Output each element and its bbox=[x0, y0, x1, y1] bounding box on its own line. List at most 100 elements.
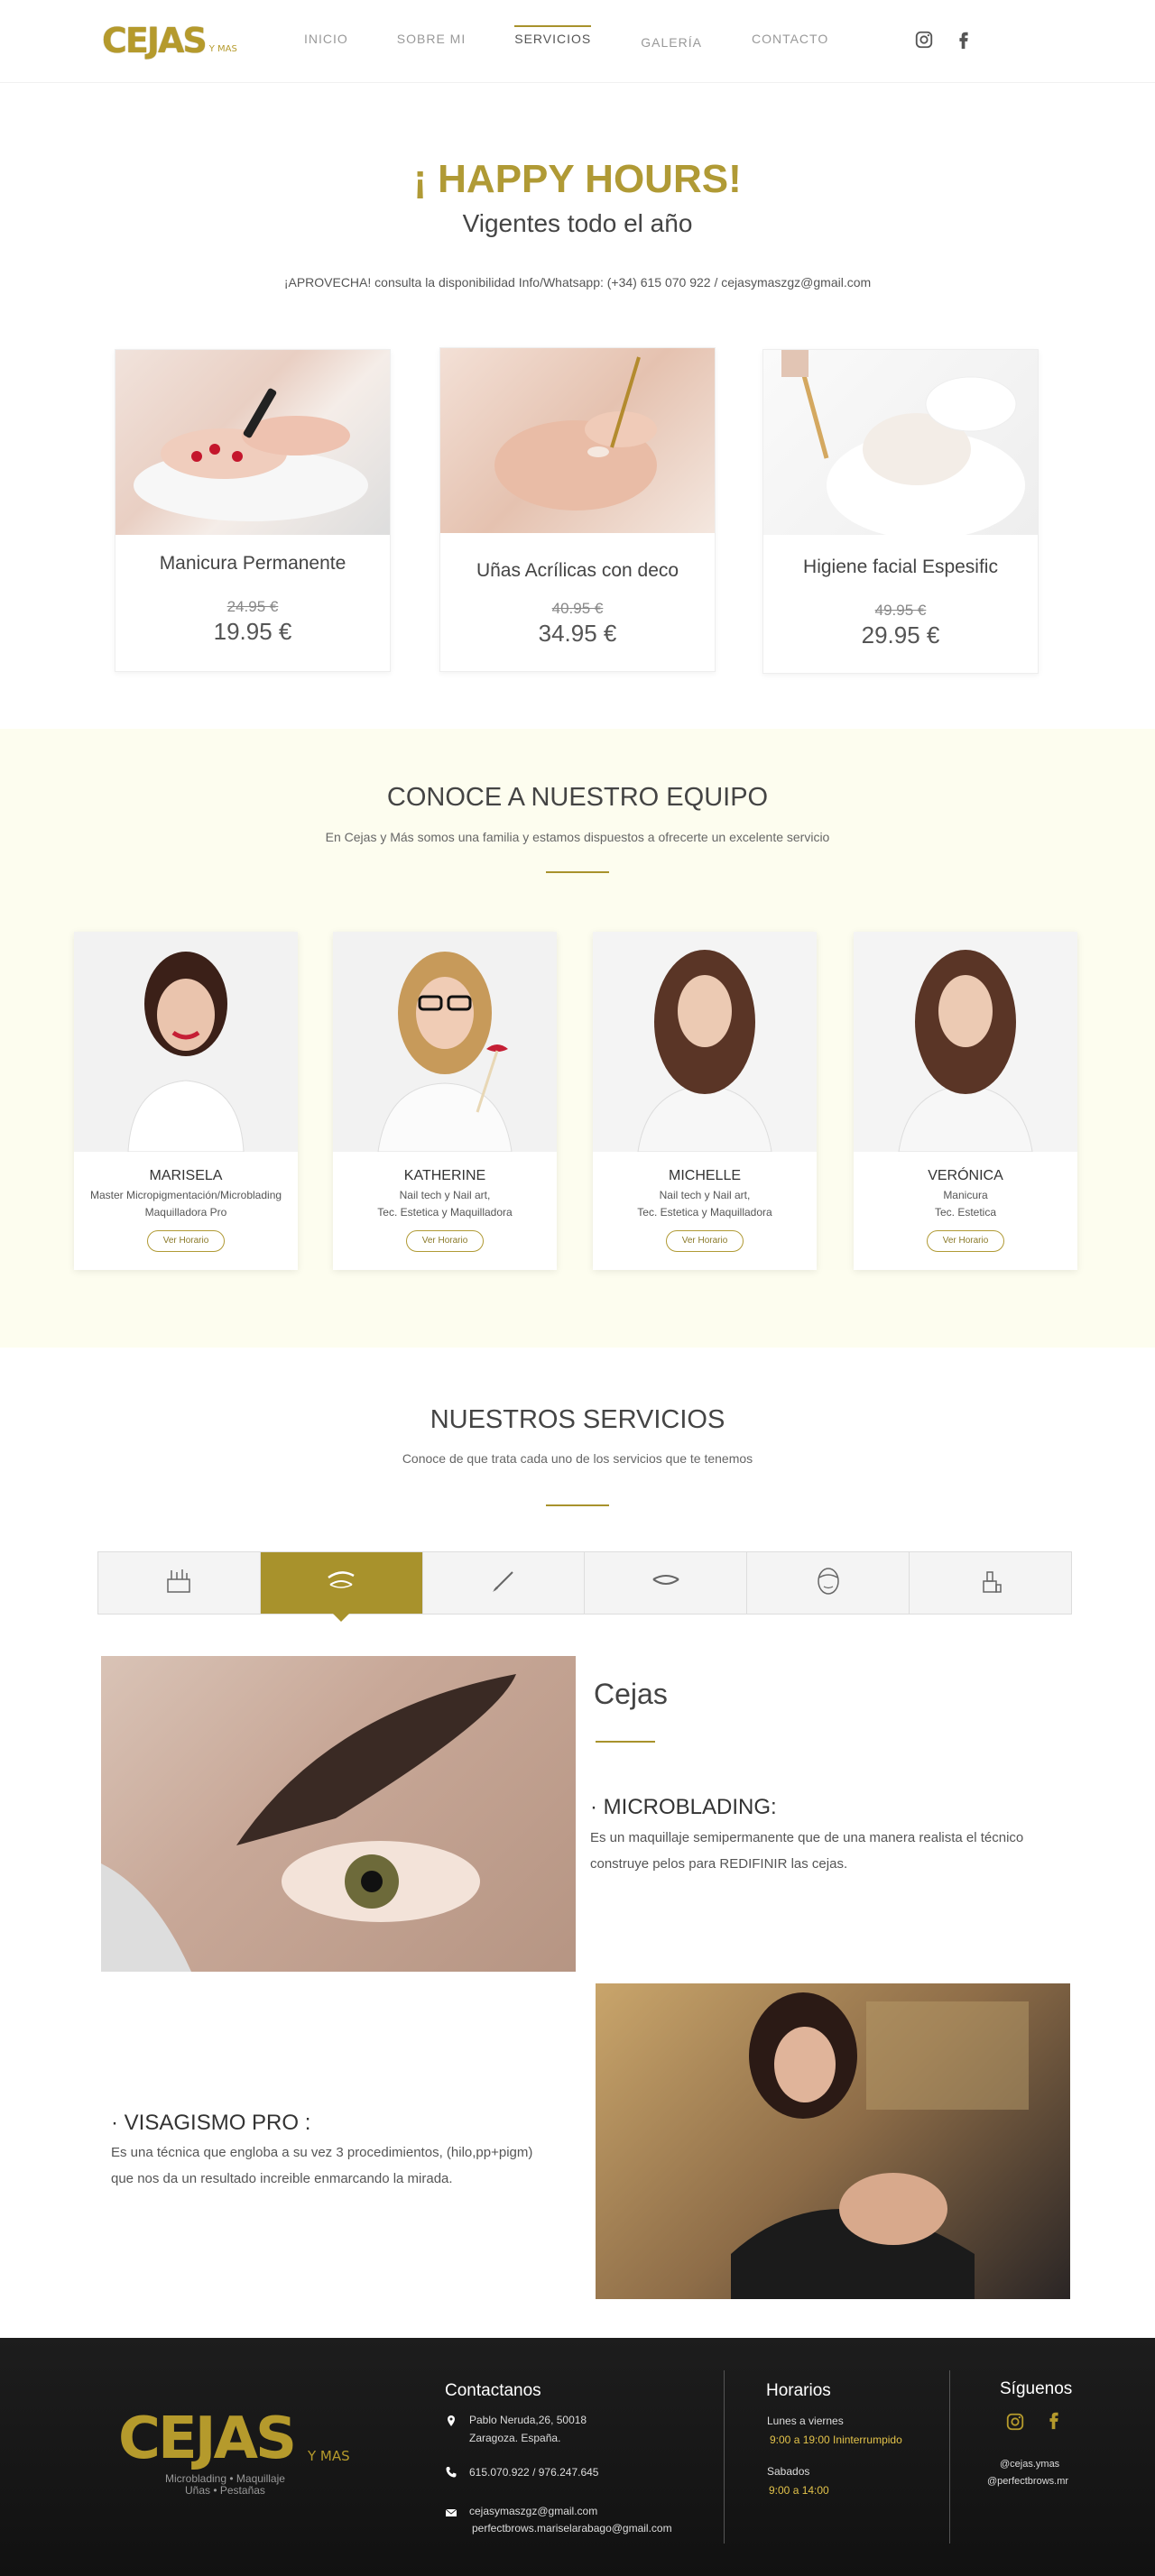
member-role: Nail tech y Nail art, Tec. Estetica y Maq… bbox=[333, 1187, 557, 1221]
member-name: VERÓNICA bbox=[928, 1168, 1003, 1183]
promo-card[interactable]: Uñas Acrílicas con deco 40.95 € 34.95 € bbox=[439, 347, 716, 672]
weekdays-label: Lunes a viernes bbox=[767, 2415, 844, 2427]
nav-contacto[interactable]: CONTACTO bbox=[752, 32, 828, 46]
makeup-kit-icon bbox=[162, 1565, 195, 1601]
tab-brush[interactable] bbox=[423, 1552, 586, 1614]
site-header: CEJAS Y MAS INICIO SOBRE MI SERVICIOS GA… bbox=[0, 0, 1155, 83]
hours-title: Horarios bbox=[766, 2381, 831, 2400]
footer-logo[interactable]: CEJAS Y MAS Microblading • Maquillaje Uña… bbox=[118, 2406, 350, 2497]
description-line: Es una técnica que engloba a su vez 3 pr… bbox=[111, 2145, 533, 2160]
contact-title: Contactanos bbox=[445, 2381, 541, 2400]
instagram-handle[interactable]: @perfectbrows.mr bbox=[987, 2472, 1068, 2490]
promo-old-price: 40.95 € bbox=[551, 600, 604, 617]
email-primary[interactable]: cejasymaszgz@gmail.com bbox=[469, 2502, 597, 2520]
member-name: MICHELLE bbox=[668, 1168, 742, 1183]
manicure-photo bbox=[116, 350, 390, 535]
eyelash-icon bbox=[650, 1565, 682, 1601]
site-logo[interactable]: CEJAS Y MAS bbox=[102, 23, 237, 58]
team-title: CONOCE A NUESTRO EQUIPO bbox=[386, 783, 769, 812]
microblading-photo bbox=[101, 1656, 576, 1972]
instagram-handle[interactable]: @cejas.ymas bbox=[1000, 2455, 1059, 2473]
facebook-icon[interactable] bbox=[954, 30, 974, 53]
promo-name: Manicura Permanente bbox=[159, 553, 346, 574]
brush-icon bbox=[487, 1565, 520, 1601]
tab-makeup[interactable] bbox=[98, 1552, 261, 1614]
team-member-card: VERÓNICA Manicura Tec. Estetica Ver Horar… bbox=[854, 932, 1077, 1270]
footer-logo-subtext: Y MAS bbox=[308, 2448, 350, 2464]
service-panel-divider bbox=[596, 1741, 655, 1743]
member-name: KATHERINE bbox=[403, 1168, 486, 1183]
services-tabs bbox=[97, 1551, 1072, 1622]
description-line: Es un maquillaje semipermanente que de u… bbox=[590, 1830, 1024, 1845]
footer-divider bbox=[949, 2370, 950, 2544]
ver-horario-button[interactable]: Ver Horario bbox=[406, 1230, 484, 1252]
nav-inicio[interactable]: INICIO bbox=[304, 32, 348, 46]
nail-polish-icon bbox=[975, 1565, 1007, 1601]
microblading-description: Es un maquillaje semipermanente que de u… bbox=[590, 1825, 1077, 1877]
ver-horario-button[interactable]: Ver Horario bbox=[147, 1230, 225, 1252]
ver-horario-button[interactable]: Ver Horario bbox=[927, 1230, 1004, 1252]
ver-horario-button[interactable]: Ver Horario bbox=[666, 1230, 744, 1252]
logo-subtext: Y MAS bbox=[208, 44, 237, 54]
happy-hours-subtitle: Vigentes todo el año bbox=[462, 209, 693, 237]
tab-eyelashes[interactable] bbox=[585, 1552, 748, 1614]
member-role-line: Tec. Estetica bbox=[934, 1206, 997, 1219]
services-title: NUESTROS SERVICIOS bbox=[430, 1405, 725, 1434]
acrylic-nails-photo bbox=[440, 348, 715, 533]
nav-galeria[interactable]: GALERÍA bbox=[641, 35, 702, 50]
facial-illustration bbox=[781, 350, 1025, 539]
nav-servicios[interactable]: SERVICIOS bbox=[514, 25, 592, 46]
service-panel-title: Cejas bbox=[594, 1678, 668, 1710]
member-photo-illustration bbox=[854, 932, 1077, 1153]
footer-divider bbox=[724, 2370, 725, 2544]
eyebrow-icon bbox=[325, 1565, 357, 1601]
phone[interactable]: 615.070.922 / 976.247.645 bbox=[469, 2463, 598, 2481]
site-footer: CEJAS Y MAS Microblading • Maquillaje Uña… bbox=[0, 2338, 1155, 2576]
promo-name: Higiene facial Espesific bbox=[803, 557, 998, 577]
tab-eyebrows[interactable] bbox=[260, 1552, 423, 1622]
tagline-line: Uñas • Pestañas bbox=[185, 2484, 265, 2497]
nav-sobre-mi[interactable]: SOBRE MI bbox=[397, 32, 466, 46]
team-member-card: MARISELA Master Micropigmentación/Microb… bbox=[74, 932, 298, 1270]
happy-hours-title: ¡ HAPPY HOURS! bbox=[413, 157, 742, 201]
email-secondary[interactable]: perfectbrows.mariselarabago@gmail.com bbox=[472, 2519, 672, 2537]
description-line: que nos da un resultado increible enmarc… bbox=[111, 2171, 453, 2186]
weekdays-hours: 9:00 a 19:00 Ininterrumpido bbox=[770, 2433, 902, 2446]
tab-nails[interactable] bbox=[910, 1552, 1071, 1614]
member-role: Manicura Tec. Estetica bbox=[854, 1187, 1077, 1221]
saturday-label: Sabados bbox=[767, 2465, 810, 2478]
promo-card[interactable]: Manicura Permanente 24.95 € 19.95 € bbox=[115, 349, 391, 672]
team-section: CONOCE A NUESTRO EQUIPO En Cejas y Más s… bbox=[0, 729, 1155, 1348]
instagram-icon[interactable] bbox=[1005, 2412, 1025, 2432]
follow-title: Síguenos bbox=[1000, 2379, 1073, 2398]
promo-card[interactable]: Higiene facial Espesific 49.95 € 29.95 € bbox=[762, 349, 1039, 674]
acrylic-nails-illustration bbox=[494, 356, 657, 511]
promo-new-price: 19.95 € bbox=[213, 618, 292, 645]
member-role-line: Master Micropigmentación/Microblading bbox=[89, 1189, 282, 1201]
visagismo-photo bbox=[596, 1983, 1070, 2299]
promo-old-price: 49.95 € bbox=[874, 602, 927, 619]
team-divider bbox=[546, 871, 609, 873]
phone-icon bbox=[446, 2467, 457, 2478]
face-mask-icon bbox=[812, 1565, 845, 1601]
instagram-icon[interactable] bbox=[914, 30, 934, 53]
footer-logo-tagline: Microblading • Maquillaje Uñas • Pestañas bbox=[165, 2473, 285, 2497]
member-photo-illustration bbox=[333, 932, 557, 1153]
tab-facial[interactable] bbox=[747, 1552, 910, 1614]
team-member-card: MICHELLE Nail tech y Nail art, Tec. Estet… bbox=[593, 932, 817, 1270]
member-role: Nail tech y Nail art, Tec. Estetica y Maq… bbox=[593, 1187, 817, 1221]
tagline-line: Microblading • Maquillaje bbox=[165, 2472, 285, 2485]
member-photo bbox=[854, 932, 1077, 1153]
description-line: construye pelos para REDIFINIR las cejas… bbox=[590, 1856, 848, 1872]
promo-new-price: 29.95 € bbox=[861, 621, 940, 649]
address: Pablo Neruda,26, 50018 Zaragoza. España. bbox=[469, 2411, 587, 2447]
happy-hours-info: ¡APROVECHA! consulta la disponibilidad I… bbox=[283, 275, 872, 290]
facebook-icon[interactable] bbox=[1044, 2410, 1064, 2430]
footer-logo-text: CEJAS bbox=[118, 2406, 297, 2472]
location-pin-icon bbox=[448, 2415, 455, 2426]
member-photo bbox=[333, 932, 557, 1153]
member-role-line: Nail tech y Nail art, bbox=[659, 1189, 751, 1201]
member-photo-illustration bbox=[74, 932, 298, 1153]
eyebrow-illustration bbox=[101, 1674, 516, 1972]
member-role-line: Manicura bbox=[943, 1189, 988, 1201]
